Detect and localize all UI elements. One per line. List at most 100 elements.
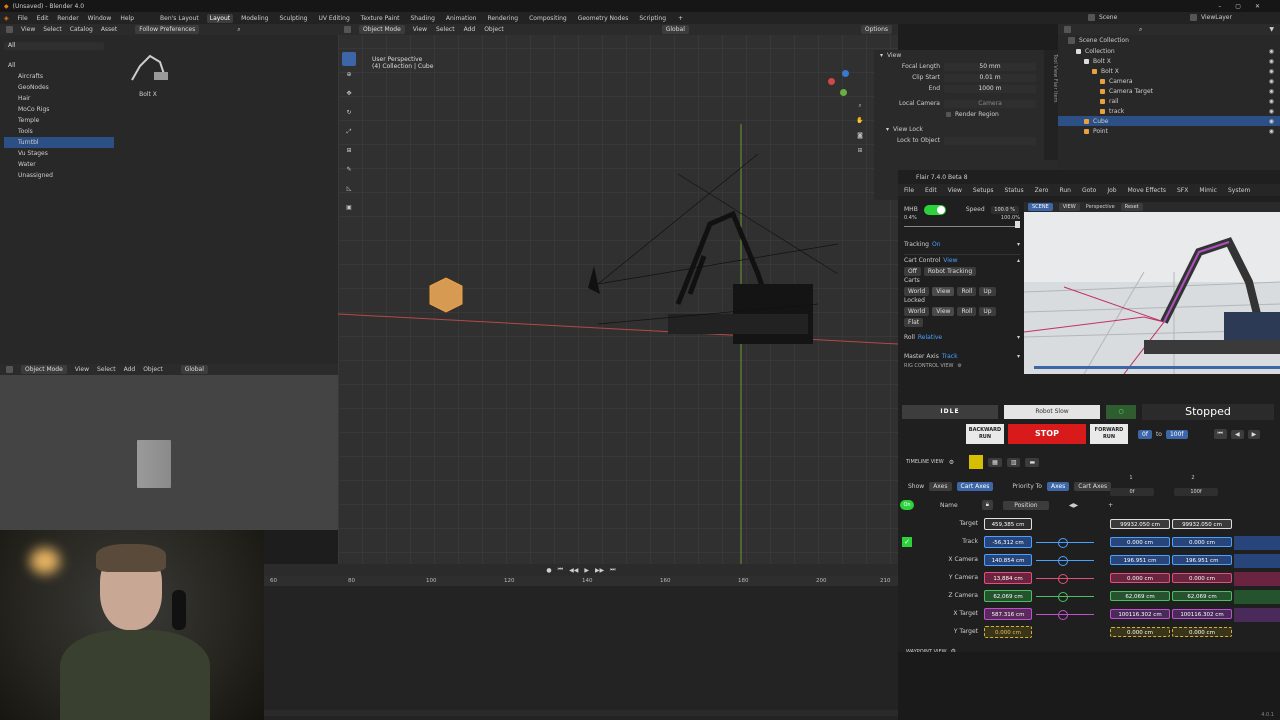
waypoint-1-value[interactable]: 0.000 cm bbox=[1110, 537, 1170, 547]
record-icon[interactable]: ● bbox=[546, 567, 551, 574]
timeline-editor[interactable]: ● ⏮ ◀◀ ▶ ▶▶ ⏭ 60 80 100 120 140 160 180 200 210 bbox=[264, 564, 898, 720]
camera-view-icon[interactable]: ◙ bbox=[854, 128, 866, 143]
catalog-item-hair[interactable]: Hair bbox=[4, 93, 114, 104]
cart-control-off-button[interactable]: Off bbox=[904, 267, 921, 276]
flair-menu-view[interactable]: View bbox=[948, 187, 962, 194]
outliner-item-bolt-x[interactable]: Bolt X ◉ bbox=[1058, 56, 1280, 66]
flat-button[interactable]: Flat bbox=[904, 318, 924, 327]
workspace-tab-rendering[interactable]: Rendering bbox=[484, 14, 521, 23]
filter-icon[interactable]: ▼ bbox=[1269, 26, 1274, 33]
view-camera-tab[interactable]: VIEW bbox=[1058, 203, 1080, 211]
grid-view-icon[interactable]: ⊞ bbox=[854, 143, 866, 158]
add-waypoint-icon[interactable]: + bbox=[1108, 502, 1113, 509]
outliner-item-cube[interactable]: Cube ◉ bbox=[1058, 116, 1280, 126]
catalog-item-moco-rigs[interactable]: MoCo Rigs bbox=[4, 104, 114, 115]
catalog-item-water[interactable]: Water bbox=[4, 159, 114, 170]
axis-position-field[interactable]: 459,385 cm bbox=[984, 518, 1032, 530]
add-workspace-button[interactable]: + bbox=[678, 15, 683, 22]
forward-run-button[interactable]: FORWARD RUN bbox=[1090, 424, 1128, 444]
next-keyframe-icon[interactable]: ▶▶ bbox=[595, 567, 604, 574]
workspace-tab-modeling[interactable]: Modeling bbox=[238, 14, 271, 23]
menu-file[interactable]: File bbox=[18, 15, 28, 22]
workspace-tab-uv-editing[interactable]: UV Editing bbox=[315, 14, 352, 23]
visibility-eye-icon[interactable]: ◉ bbox=[1269, 48, 1274, 55]
axis-position-field[interactable]: 62,069 cm bbox=[984, 590, 1032, 602]
secondary-viewport[interactable]: Object Mode View Select Add Object Global bbox=[0, 364, 338, 530]
axis-dial-icon[interactable] bbox=[1058, 538, 1068, 548]
library-selector[interactable]: Follow Preferences bbox=[135, 25, 200, 34]
robot-tracking-button[interactable]: Robot Tracking bbox=[923, 267, 977, 276]
locked-world-button[interactable]: World bbox=[904, 307, 930, 316]
flair-menu-job[interactable]: Job bbox=[1107, 187, 1116, 194]
waypoint-1-value[interactable]: 100116.302 cm bbox=[1110, 609, 1170, 619]
catalog-item-vu-stages[interactable]: Vu Stages bbox=[4, 148, 114, 159]
workspace-tab-texture-paint[interactable]: Texture Paint bbox=[358, 14, 403, 23]
workspace-tab-layout[interactable]: Layout bbox=[206, 13, 234, 23]
axis-dial-icon[interactable] bbox=[1058, 592, 1068, 602]
flair-menu-zero[interactable]: Zero bbox=[1035, 187, 1049, 194]
waypoint-2-value[interactable]: 99932.050 cm bbox=[1172, 519, 1232, 529]
waypoint-2-value[interactable]: 100116.302 cm bbox=[1172, 609, 1232, 619]
menu-help[interactable]: Help bbox=[120, 15, 134, 22]
menu-render[interactable]: Render bbox=[57, 15, 78, 22]
range-from-field[interactable]: 0f bbox=[1138, 429, 1152, 439]
menu-add[interactable]: Add bbox=[124, 366, 136, 373]
mode-selector[interactable]: Object Mode bbox=[21, 365, 67, 374]
axis-position-field[interactable]: 140.854 cm bbox=[984, 554, 1032, 566]
menu-object[interactable]: Object bbox=[143, 366, 163, 373]
waypoint-2-frame[interactable]: 100f bbox=[1174, 488, 1218, 496]
flair-menu-run[interactable]: Run bbox=[1059, 187, 1071, 194]
workspace-tab-animation[interactable]: Animation bbox=[443, 14, 480, 23]
workspace-tab-sculpting[interactable]: Sculpting bbox=[276, 14, 310, 23]
carts-up-button[interactable]: Up bbox=[979, 287, 996, 296]
outliner-item-track[interactable]: track ◉ bbox=[1058, 106, 1280, 116]
locked-up-button[interactable]: Up bbox=[979, 307, 996, 316]
show-axes-button[interactable]: Axes bbox=[929, 482, 952, 491]
visibility-eye-icon[interactable]: ◉ bbox=[1269, 78, 1274, 85]
reset-button[interactable]: Reset bbox=[1120, 203, 1143, 211]
timeline-scrollbar[interactable] bbox=[264, 710, 898, 716]
scene-collection-row[interactable]: Scene Collection bbox=[1058, 35, 1280, 46]
menu-window[interactable]: Window bbox=[88, 15, 112, 22]
visibility-eye-icon[interactable]: ◉ bbox=[1269, 88, 1274, 95]
dropdown-arrow-icon[interactable]: ▾ bbox=[1017, 241, 1020, 248]
prev-keyframe-icon[interactable]: ◀◀ bbox=[569, 567, 578, 574]
z-axis-gizmo-icon[interactable] bbox=[842, 70, 849, 77]
catalog-item-tools[interactable]: Tools bbox=[4, 126, 114, 137]
menu-edit[interactable]: Edit bbox=[37, 15, 49, 22]
catalog-item-aircrafts[interactable]: Aircrafts bbox=[4, 71, 114, 82]
visibility-eye-icon[interactable]: ◉ bbox=[1269, 98, 1274, 105]
tracking-value[interactable]: On bbox=[932, 241, 941, 248]
clip-start-field[interactable]: 0.01 m bbox=[944, 73, 1036, 82]
sidebar-tabs[interactable]: Tool View Flair Item bbox=[1044, 50, 1058, 160]
step-forward-icon[interactable]: ▶ bbox=[1247, 429, 1261, 439]
waypoint-2-value[interactable]: 0.000 cm bbox=[1172, 627, 1232, 637]
catalog-item-temple[interactable]: Temple bbox=[4, 115, 114, 126]
outliner-item-camera-target[interactable]: Camera Target ◉ bbox=[1058, 86, 1280, 96]
carts-view-button[interactable]: View bbox=[932, 287, 955, 296]
dropdown-arrow-icon[interactable]: ▾ bbox=[1017, 353, 1020, 360]
flair-menu-file[interactable]: File bbox=[904, 187, 914, 194]
scene-camera-tab[interactable]: SCENE bbox=[1028, 203, 1053, 211]
editor-type-icon[interactable] bbox=[6, 26, 13, 33]
navigation-gizmo[interactable] bbox=[824, 70, 852, 100]
visibility-eye-icon[interactable]: ◉ bbox=[1269, 108, 1274, 115]
blender-menu-icon[interactable]: ◈ bbox=[4, 15, 9, 22]
pan-hand-icon[interactable]: ✋ bbox=[854, 113, 866, 128]
waypoint-1-frame[interactable]: 0f bbox=[1110, 488, 1154, 496]
stop-button[interactable]: STOP bbox=[1008, 424, 1086, 444]
y-axis-gizmo-icon[interactable] bbox=[840, 89, 847, 96]
viewlayer-selector[interactable]: ViewLayer bbox=[1190, 14, 1232, 21]
clip-end-field[interactable]: 1000 m bbox=[944, 84, 1036, 93]
workspace-tab-compositing[interactable]: Compositing bbox=[526, 14, 570, 23]
cube-object[interactable] bbox=[429, 277, 463, 313]
main-viewport[interactable]: Object Mode View Select Add Object Global O… bbox=[338, 24, 898, 564]
menu-view[interactable]: View bbox=[21, 26, 35, 33]
play-icon[interactable]: ▶ bbox=[584, 567, 589, 574]
locked-roll-button[interactable]: Roll bbox=[957, 307, 977, 316]
flair-menu-status[interactable]: Status bbox=[1005, 187, 1024, 194]
waypoint-1-value[interactable]: 0.000 cm bbox=[1110, 573, 1170, 583]
timeline-ruler[interactable]: 60 80 100 120 140 160 180 200 210 bbox=[264, 576, 898, 586]
collapse-arrow-icon[interactable]: ▴ bbox=[1017, 257, 1020, 264]
view-panel-header[interactable]: ▾ View bbox=[874, 50, 1058, 61]
